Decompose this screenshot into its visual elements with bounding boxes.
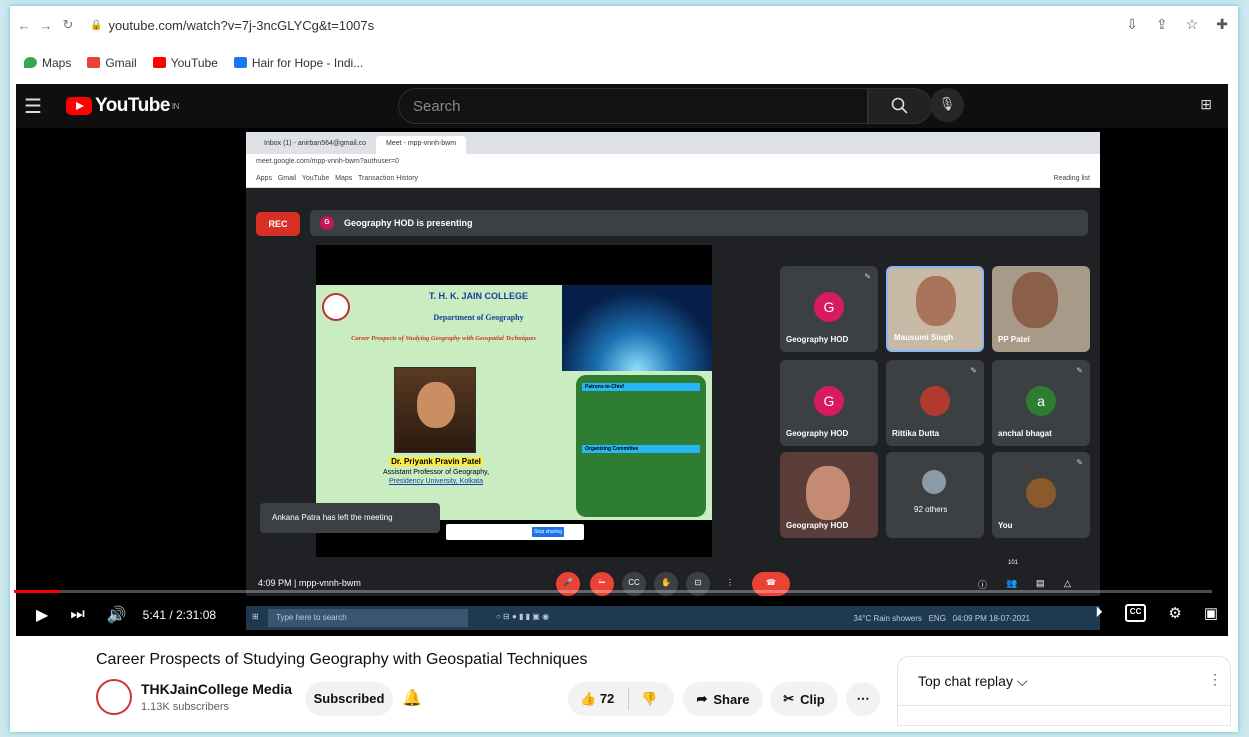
- participant-tile: ✎ a anchal bhagat: [992, 360, 1090, 446]
- clip-button[interactable]: ✂ Clip: [770, 682, 838, 716]
- install-icon[interactable]: ⇩: [1126, 16, 1138, 33]
- participant-tile-self: ✎ You: [992, 452, 1090, 538]
- settings-gear-icon[interactable]: ⚙: [1168, 604, 1181, 622]
- dislike-button[interactable]: 👎: [641, 691, 657, 707]
- mic-off-icon: ✎: [970, 366, 977, 375]
- hamburger-menu-icon[interactable]: ☰: [24, 94, 42, 119]
- bell-icon[interactable]: 🔔: [402, 688, 422, 708]
- youtube-play-icon: [65, 97, 92, 115]
- share-button[interactable]: ➦ Share: [683, 682, 763, 716]
- participant-tile-active: Mausumi Singh: [886, 266, 984, 352]
- mic-off-icon: ✎: [1076, 458, 1083, 467]
- meet-screen: Inbox (1) - anirban564@gmail.co Meet - m…: [246, 132, 1100, 596]
- stop-sharing-button: Stop sharing: [532, 527, 564, 537]
- youtube-header: ☰ YouTube IN Search 🎙 ⊞: [16, 84, 1228, 128]
- channel-name[interactable]: THKJainCollege Media: [141, 681, 292, 697]
- time-display: 5:41 / 2:31:08: [142, 608, 217, 622]
- lock-icon: 🔒: [90, 19, 103, 31]
- forward-icon[interactable]: →: [38, 18, 54, 33]
- play-icon[interactable]: ▶: [36, 605, 48, 625]
- meet-tab-strip: Inbox (1) - anirban564@gmail.co Meet - m…: [246, 132, 1100, 154]
- tab-meet: Meet - mpp-vnnh-bwm: [376, 136, 467, 154]
- participant-count: 101: [1008, 560, 1019, 566]
- meet-url: meet.google.com/mpp-vnnh-bwm?authuser=0: [246, 154, 1100, 172]
- channel-avatar[interactable]: [96, 679, 132, 715]
- slide-college: T. H. K. JAIN COLLEGE: [428, 291, 528, 301]
- search-icon[interactable]: [868, 88, 932, 124]
- sharing-notice: Stop sharing: [446, 524, 584, 540]
- mic-off-icon: ✎: [1076, 366, 1083, 375]
- seek-progress: [14, 590, 60, 593]
- miniplayer-icon[interactable]: ▣: [1204, 604, 1218, 622]
- slide-department: Department of Geography: [433, 313, 524, 322]
- chat-replay-selector[interactable]: Top chat replay ⌵: [918, 673, 1027, 690]
- captions-button[interactable]: CC: [1124, 604, 1147, 622]
- more-icon[interactable]: ⋮: [1208, 671, 1222, 688]
- microphone-icon[interactable]: 🎙: [930, 88, 964, 122]
- scissors-icon: ✂: [783, 691, 795, 706]
- meet-bookmarks: Apps Gmail YouTube Maps Transaction Hist…: [246, 172, 1100, 188]
- video-title: Career Prospects of Studying Geography w…: [96, 651, 588, 668]
- participant-tile: 92 others: [886, 452, 984, 538]
- participant-tile: G Geography HOD: [780, 360, 878, 446]
- activities-icon: △: [1064, 578, 1071, 588]
- committee-box: Patrons-in-Chief Organizing Committee: [576, 375, 706, 517]
- globe-image: [562, 285, 712, 371]
- tab-inbox: Inbox (1) - anirban564@gmail.co: [264, 140, 367, 147]
- like-button[interactable]: 👍 72: [580, 691, 614, 707]
- speaker-photo: [394, 367, 476, 453]
- create-icon[interactable]: ⊞: [1200, 96, 1212, 113]
- back-icon[interactable]: ←: [16, 18, 32, 33]
- star-icon[interactable]: ☆: [1186, 16, 1199, 33]
- bookmark-gmail[interactable]: Gmail: [87, 56, 137, 70]
- people-icon: 👥: [1006, 578, 1018, 588]
- address-bar: ← → ↻ 🔒 youtube.com/watch?v=7j-3ncGLYCg&…: [10, 6, 1238, 44]
- chat-icon: ▤: [1036, 578, 1045, 588]
- participant-tile: ✎ Rittika Dutta: [886, 360, 984, 446]
- share-icon[interactable]: ⇪: [1156, 16, 1168, 33]
- speaker-name: Dr. Priyank Pravin Patel: [389, 457, 483, 466]
- next-icon[interactable]: ⏭: [70, 606, 84, 624]
- participant-tile: PP Patel: [992, 266, 1090, 352]
- autoplay-toggle[interactable]: ⏵: [1095, 604, 1103, 622]
- chat-replay-panel: Top chat replay ⌵ ⋮: [897, 656, 1231, 726]
- player-controls: ▶ ⏭ 🔊 5:41 / 2:31:08 ⏵ CC ⚙ ▣: [16, 594, 1228, 636]
- speaker-university: Presidency University, Kolkata: [388, 478, 484, 485]
- presenting-banner: G Geography HOD is presenting: [310, 210, 1088, 236]
- slide-topic: Career Prospects of Studying Geography w…: [351, 335, 536, 342]
- share-arrow-icon: ➦: [696, 691, 708, 706]
- subscriber-count: 1.13K subscribers: [141, 701, 230, 713]
- bookmark-maps[interactable]: Maps: [24, 56, 71, 70]
- subscribed-button[interactable]: Subscribed: [305, 682, 393, 716]
- speaker-role: Assistant Professor of Geography,: [382, 469, 490, 476]
- rec-badge: REC: [256, 212, 300, 236]
- url-text[interactable]: youtube.com/watch?v=7j-3ncGLYCg&t=1007s: [108, 18, 374, 33]
- mic-off-icon: ✎: [864, 272, 871, 281]
- college-seal-icon: [322, 293, 350, 321]
- meeting-code: mpp-vnnh-bwm: [298, 578, 361, 588]
- bookmark-hair-for-hope[interactable]: Hair for Hope - Indi...: [233, 56, 363, 70]
- participant-tile: ✎ G Geography HOD: [780, 266, 878, 352]
- search-input[interactable]: Search: [398, 88, 868, 124]
- presenter-avatar: G: [320, 216, 334, 230]
- bookmarks-bar: Maps Gmail YouTube Hair for Hope - Indi.…: [10, 52, 363, 74]
- volume-icon[interactable]: 🔊: [107, 605, 127, 625]
- like-dislike-group: 👍 72 👎: [568, 682, 674, 716]
- participant-tile: Geography HOD: [780, 452, 878, 538]
- more-actions-button[interactable]: ⋯: [846, 682, 880, 716]
- video-player[interactable]: Inbox (1) - anirban564@gmail.co Meet - m…: [16, 128, 1228, 636]
- seek-bar[interactable]: [14, 590, 1212, 593]
- youtube-logo[interactable]: YouTube IN: [65, 95, 179, 117]
- reload-icon[interactable]: ↻: [60, 17, 76, 33]
- extensions-icon[interactable]: ✚: [1216, 16, 1228, 33]
- bookmark-youtube[interactable]: YouTube: [152, 56, 218, 70]
- left-meeting-toast: Ankana Patra has left the meeting: [260, 503, 440, 533]
